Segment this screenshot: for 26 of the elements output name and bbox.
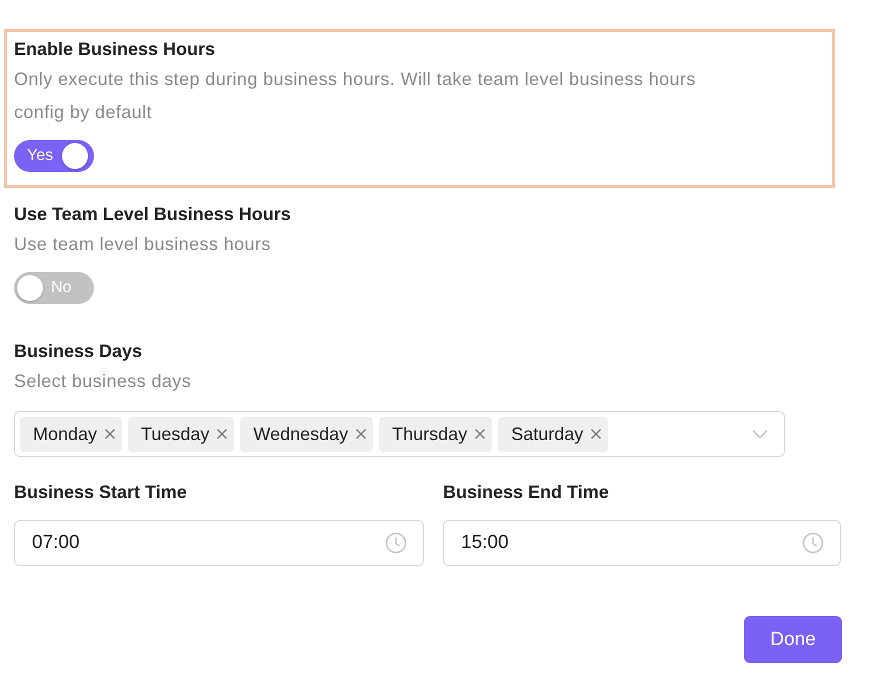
remove-icon[interactable] (104, 428, 116, 440)
tag-label: Monday (33, 424, 98, 444)
field-title: Use Team Level Business Hours (14, 203, 292, 225)
field-title: Business Days (14, 340, 144, 362)
field-title: Enable Business Hours (14, 38, 216, 60)
tag-label: Saturday (511, 424, 584, 444)
time-input-field[interactable]: 07:00 (14, 520, 424, 566)
toggle-switch[interactable]: Yes (14, 140, 94, 172)
time-input-field[interactable]: 15:00 (443, 520, 841, 566)
done-button[interactable]: Done (744, 616, 842, 663)
field-description: Select business days (14, 370, 192, 393)
field-title: Business Start Time (14, 481, 188, 503)
tag-label: Tuesday (141, 424, 210, 444)
field-title: Business End Time (443, 481, 610, 503)
field-description: Only execute this step during business hours. Will take team level business hours config by default (14, 68, 697, 124)
chevron-down-icon (752, 429, 768, 439)
field-description: Use team level business hours (14, 233, 272, 256)
clock-icon (802, 532, 824, 554)
multi-select-field[interactable]: Monday Tuesday Wednesday Thursday Saturday (14, 411, 785, 457)
tag-label: Wednesday (253, 424, 348, 444)
remove-icon[interactable] (590, 428, 602, 440)
remove-icon[interactable] (216, 428, 228, 440)
remove-icon[interactable] (355, 428, 368, 440)
remove-icon[interactable] (474, 428, 486, 440)
tag-label: Thursday (392, 424, 468, 444)
clock-icon (385, 532, 407, 554)
